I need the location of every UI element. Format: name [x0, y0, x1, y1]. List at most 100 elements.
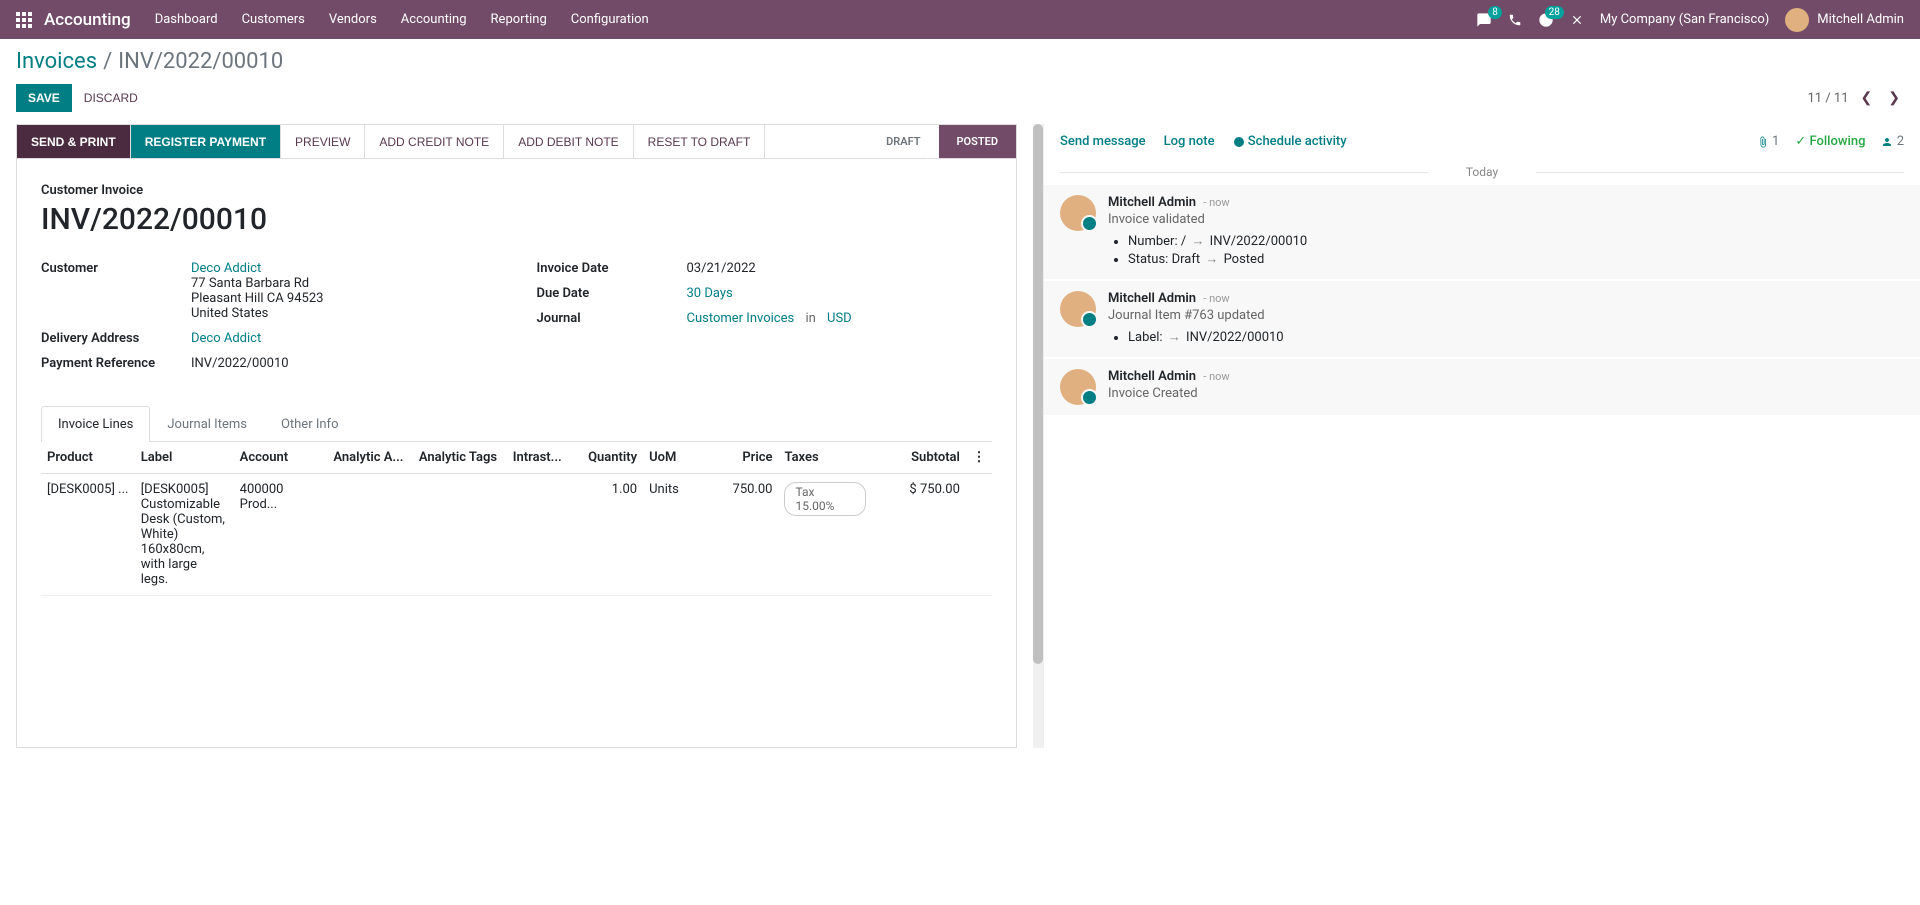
company-selector[interactable]: My Company (San Francisco)	[1600, 12, 1769, 27]
cell-qty[interactable]: 1.00	[570, 474, 643, 596]
apps-icon[interactable]	[16, 12, 32, 28]
menu-customers[interactable]: Customers	[242, 12, 305, 27]
invdate-label: Invoice Date	[537, 261, 687, 276]
cell-price[interactable]: 750.00	[706, 474, 779, 596]
tab-journal-items[interactable]: Journal Items	[150, 406, 264, 442]
cell-label[interactable]: [DESK0005] Customizable Desk (Custom, Wh…	[135, 474, 234, 596]
th-subtotal[interactable]: Subtotal	[872, 442, 966, 474]
invoice-name[interactable]: INV/2022/00010	[41, 202, 992, 237]
register-payment-button[interactable]: REGISTER PAYMENT	[131, 125, 281, 158]
menu-reporting[interactable]: Reporting	[491, 12, 547, 27]
save-button[interactable]: SAVE	[16, 84, 72, 112]
schedule-activity-button[interactable]: Schedule activity	[1233, 134, 1347, 149]
msg-text: Journal Item #763 updated	[1108, 308, 1904, 323]
activities-badge: 28	[1545, 6, 1564, 19]
status-posted[interactable]: POSTED	[939, 125, 1017, 158]
app-name[interactable]: Accounting	[44, 10, 131, 30]
attachments-button[interactable]: 1	[1757, 134, 1780, 149]
discard-button[interactable]: DISCARD	[84, 91, 138, 105]
menu-dashboard[interactable]: Dashboard	[155, 12, 218, 27]
cell-uom[interactable]: Units	[643, 474, 705, 596]
preview-button[interactable]: PREVIEW	[281, 125, 365, 158]
menu-configuration[interactable]: Configuration	[571, 12, 649, 27]
top-navbar: Accounting Dashboard Customers Vendors A…	[0, 0, 1920, 39]
customer-addr1: 77 Santa Barbara Rd	[191, 276, 497, 291]
tracking-list: Number: / INV/2022/00010 Status: Draft P…	[1128, 233, 1904, 267]
th-uom[interactable]: UoM	[643, 442, 705, 474]
currency-field[interactable]: USD	[827, 311, 852, 326]
pager-prev[interactable]: ❮	[1857, 86, 1877, 110]
message: Mitchell Admin - now Invoice Created	[1044, 359, 1920, 415]
menu-accounting[interactable]: Accounting	[401, 12, 467, 27]
table-row[interactable]: [DESK0005] ... [DESK0005] Customizable D…	[41, 474, 992, 596]
tab-invoice-lines[interactable]: Invoice Lines	[41, 406, 150, 442]
th-analytic-tags[interactable]: Analytic Tags	[413, 442, 507, 474]
invdate-field[interactable]: 03/21/2022	[687, 261, 993, 276]
cell-product[interactable]: [DESK0005] ...	[41, 474, 135, 596]
customer-addr3: United States	[191, 306, 497, 321]
th-intrastat[interactable]: Intrast...	[507, 442, 570, 474]
msg-author[interactable]: Mitchell Admin	[1108, 291, 1196, 306]
delivery-label: Delivery Address	[41, 331, 191, 346]
customer-addr2: Pleasant Hill CA 94523	[191, 291, 497, 306]
messages-icon[interactable]: 8	[1476, 12, 1492, 28]
cell-taxes[interactable]: Tax 15.00%	[778, 474, 872, 596]
followers-button[interactable]: 2	[1881, 134, 1904, 149]
cell-account[interactable]: 400000 Prod...	[234, 474, 328, 596]
customer-field[interactable]: Deco Addict	[191, 261, 497, 276]
send-message-button[interactable]: Send message	[1060, 134, 1146, 149]
menu-vendors[interactable]: Vendors	[329, 12, 377, 27]
msg-time: - now	[1203, 370, 1229, 383]
th-account[interactable]: Account	[234, 442, 328, 474]
log-note-button[interactable]: Log note	[1164, 134, 1215, 149]
arrow-icon	[1166, 330, 1183, 345]
msg-author[interactable]: Mitchell Admin	[1108, 369, 1196, 384]
cell-subtotal[interactable]: $ 750.00	[872, 474, 966, 596]
duedate-label: Due Date	[537, 286, 687, 301]
breadcrumb-current: INV/2022/00010	[118, 49, 283, 74]
send-print-button[interactable]: SEND & PRINT	[17, 125, 131, 158]
arrow-icon	[1189, 234, 1206, 249]
tab-other-info[interactable]: Other Info	[264, 406, 356, 442]
credit-note-button[interactable]: ADD CREDIT NOTE	[365, 125, 504, 158]
th-label[interactable]: Label	[135, 442, 234, 474]
payref-field[interactable]: INV/2022/00010	[191, 356, 497, 371]
pager-next[interactable]: ❯	[1884, 86, 1904, 110]
delivery-field[interactable]: Deco Addict	[191, 331, 261, 346]
journal-label: Journal	[537, 311, 687, 326]
statusbar: SEND & PRINT REGISTER PAYMENT PREVIEW AD…	[16, 124, 1017, 158]
message: Mitchell Admin - now Invoice validated N…	[1044, 185, 1920, 279]
close-icon[interactable]	[1570, 12, 1584, 27]
chatter: Send message Log note Schedule activity …	[1043, 124, 1920, 748]
pager-text[interactable]: 11 / 11	[1807, 91, 1848, 106]
form-sheet: Customer Invoice INV/2022/00010 Customer…	[16, 158, 1017, 748]
activities-icon[interactable]: 28	[1538, 12, 1554, 28]
avatar-icon	[1060, 291, 1096, 327]
following-button[interactable]: ✓ Following	[1795, 134, 1865, 149]
th-options-icon[interactable]: ⋮	[966, 442, 992, 474]
debit-note-button[interactable]: ADD DEBIT NOTE	[504, 125, 633, 158]
msg-author[interactable]: Mitchell Admin	[1108, 195, 1196, 210]
phone-icon[interactable]	[1508, 12, 1522, 27]
duedate-field[interactable]: 30 Days	[687, 286, 733, 301]
th-analytic-acc[interactable]: Analytic A...	[327, 442, 413, 474]
customer-label: Customer	[41, 261, 191, 321]
scrollbar[interactable]	[1033, 124, 1043, 748]
th-price[interactable]: Price	[706, 442, 779, 474]
tabs: Invoice Lines Journal Items Other Info	[41, 405, 992, 442]
th-product[interactable]: Product	[41, 442, 135, 474]
avatar-icon	[1785, 8, 1809, 32]
tax-tag[interactable]: Tax 15.00%	[784, 482, 866, 516]
payref-label: Payment Reference	[41, 356, 191, 371]
reset-draft-button[interactable]: RESET TO DRAFT	[634, 125, 766, 158]
invoice-type-label: Customer Invoice	[41, 183, 992, 198]
th-taxes[interactable]: Taxes	[778, 442, 872, 474]
msg-text: Invoice validated	[1108, 212, 1904, 227]
th-qty[interactable]: Quantity	[570, 442, 643, 474]
user-menu[interactable]: Mitchell Admin	[1785, 8, 1904, 32]
breadcrumb-parent[interactable]: Invoices	[16, 49, 97, 74]
journal-field[interactable]: Customer Invoices	[687, 311, 795, 326]
scrollbar-thumb[interactable]	[1033, 124, 1043, 664]
msg-text: Invoice Created	[1108, 386, 1904, 401]
messages-badge: 8	[1488, 6, 1502, 19]
